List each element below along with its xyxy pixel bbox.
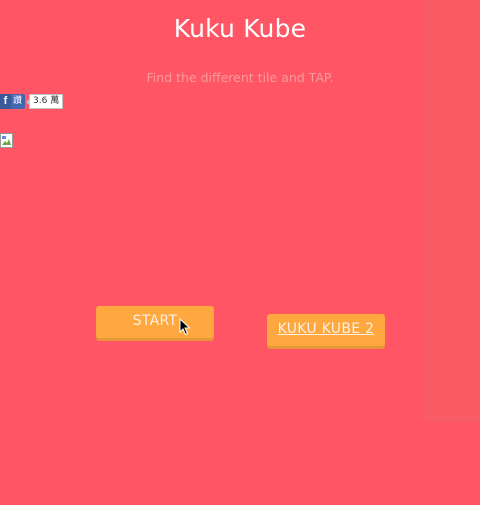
broken-image-icon xyxy=(0,133,13,148)
kuku-kube-2-link[interactable]: KUKU KUBE 2 xyxy=(267,314,385,346)
facebook-like-count: 3.6 萬 xyxy=(25,94,64,109)
game-instructions: Find the different tile and TAP. xyxy=(146,70,334,85)
page-title: Kuku Kube xyxy=(173,14,307,43)
facebook-like-label: 讚 xyxy=(13,96,23,106)
facebook-like-button[interactable]: f 讚 xyxy=(0,94,26,109)
game-page: Kuku Kube Find the different tile and TA… xyxy=(0,0,480,505)
side-panel xyxy=(424,0,480,422)
start-button[interactable]: START xyxy=(96,306,214,338)
mouse-cursor-icon xyxy=(179,318,191,336)
facebook-like-widget: f 讚 3.6 萬 xyxy=(0,94,64,109)
facebook-icon: f xyxy=(0,94,11,109)
